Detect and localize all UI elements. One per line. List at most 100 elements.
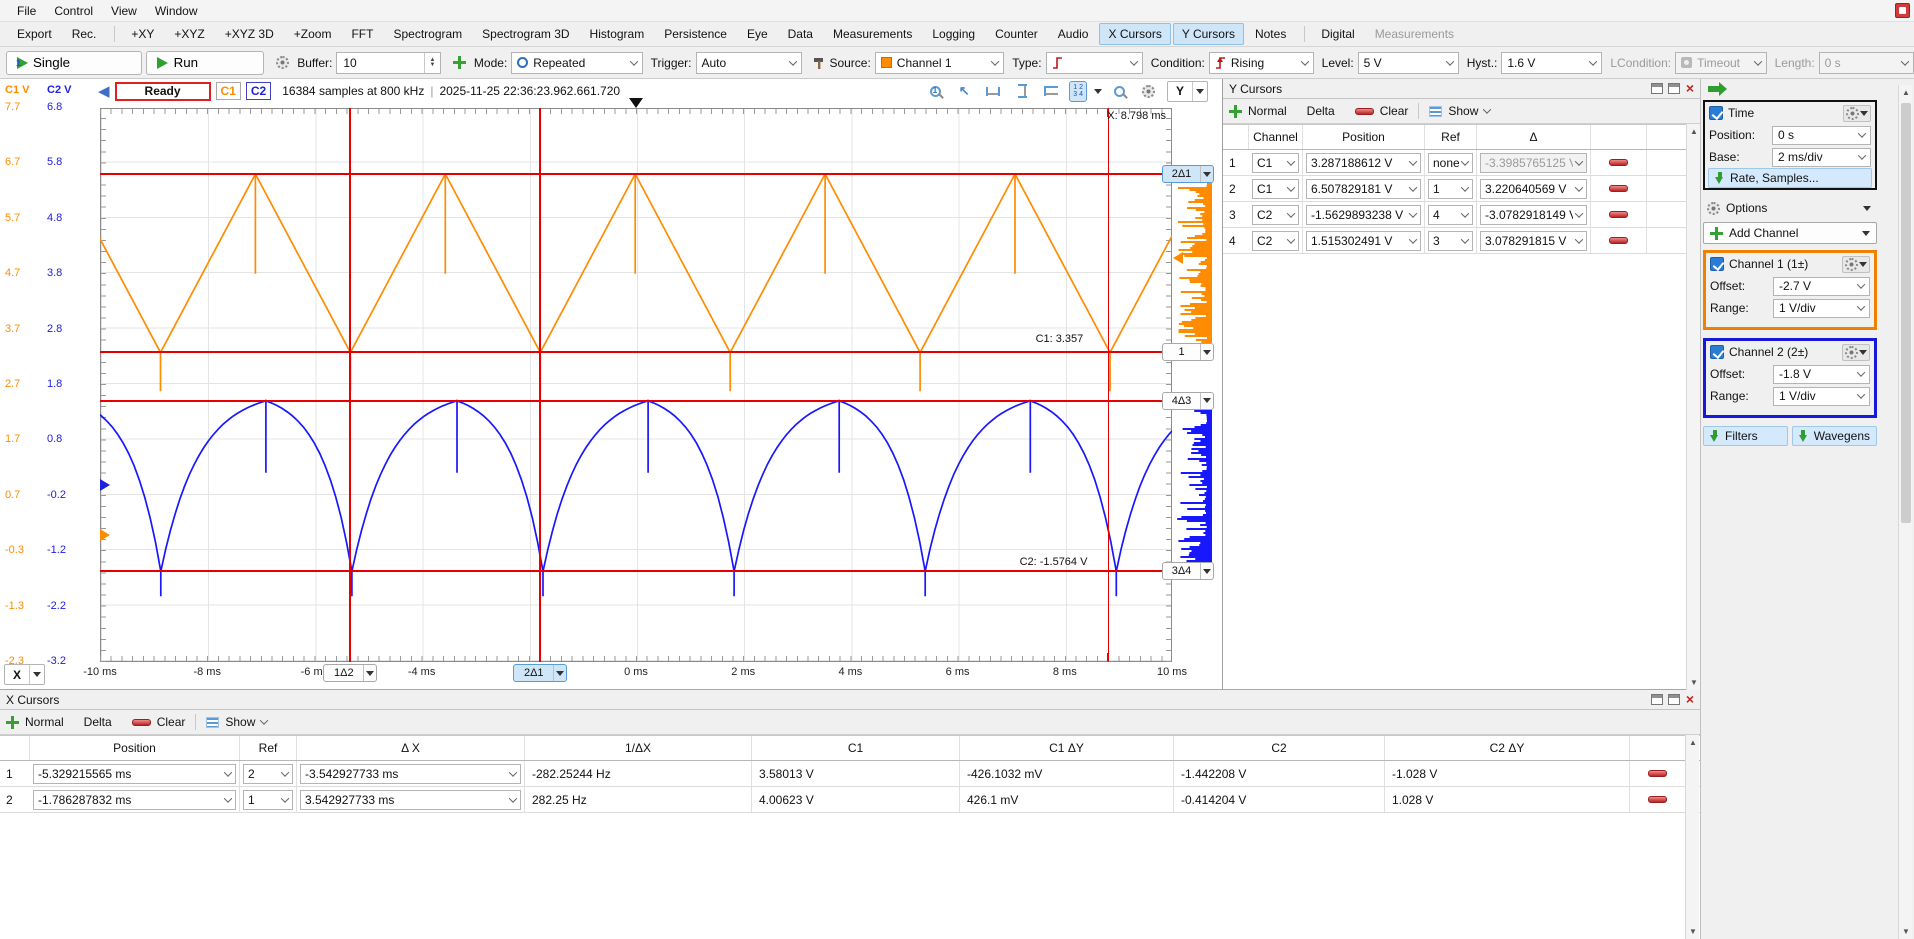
time-base-select[interactable]: 2 ms/div — [1772, 148, 1871, 167]
view-tab-counter[interactable]: Counter — [986, 23, 1047, 45]
c2-zero-marker[interactable] — [100, 479, 110, 491]
y-cursor-delta-select[interactable]: -3.0782918149 V — [1480, 205, 1587, 225]
view-tab-data[interactable]: Data — [779, 23, 822, 45]
add-cursor-icon[interactable] — [6, 716, 19, 729]
y-cursor-ref-select[interactable]: 3 — [1428, 231, 1473, 251]
time-gear-button[interactable] — [1843, 105, 1871, 122]
y-cursor-handle[interactable]: 4Δ3 — [1162, 392, 1214, 410]
y-cursors-titlebar[interactable]: Y Cursors × — [1223, 79, 1700, 99]
menu-view[interactable]: View — [102, 2, 146, 20]
y-cursor-line[interactable] — [100, 173, 1172, 175]
condition-select[interactable]: Rising — [1209, 52, 1314, 74]
wavegens-button[interactable]: Wavegens — [1792, 426, 1877, 446]
remove-cursor-button[interactable] — [1648, 796, 1667, 803]
view-tab--zoom[interactable]: +Zoom — [285, 23, 341, 45]
source-select[interactable]: Channel 1 — [875, 52, 1004, 74]
float-window-icon[interactable] — [1651, 83, 1663, 94]
channel2-range-select[interactable]: 1 V/div — [1773, 387, 1870, 406]
channel1-badge[interactable]: C1 — [216, 82, 241, 100]
clear-icon[interactable] — [132, 719, 151, 726]
x-cursor-delta-select[interactable]: 3.542927733 ms — [300, 790, 521, 810]
view-tab-digital[interactable]: Digital — [1312, 23, 1363, 45]
remove-cursor-button[interactable] — [1609, 211, 1628, 218]
y-cursor-handle[interactable]: 1 — [1162, 343, 1214, 361]
config-scrollbar[interactable]: ▲ ▼ — [1898, 85, 1912, 939]
spinner-arrows-icon[interactable]: ▲▼ — [424, 53, 440, 73]
view-tab-persistence[interactable]: Persistence — [655, 23, 736, 45]
clear-button[interactable]: Clear — [157, 715, 186, 729]
view-tab-rec-[interactable]: Rec. — [63, 23, 106, 45]
channel1-range-select[interactable]: 1 V/div — [1773, 299, 1870, 318]
rate-samples-button[interactable]: Rate, Samples... — [1708, 168, 1872, 188]
view-tab--xy[interactable]: +XY — [122, 23, 163, 45]
trigger-position-marker[interactable] — [629, 98, 643, 108]
scroll-up-icon[interactable]: ▲ — [1688, 127, 1700, 136]
buffer-input[interactable]: 10 ▲▼ — [336, 52, 441, 74]
add-cursor-icon[interactable] — [1229, 105, 1242, 118]
time-checkbox[interactable] — [1709, 106, 1723, 120]
channel2-offset-select[interactable]: -1.8 V — [1773, 365, 1870, 384]
float-window-icon[interactable] — [1651, 694, 1663, 705]
channel1-gear-button[interactable] — [1842, 256, 1870, 273]
y-cursor-channel-select[interactable]: C2 — [1252, 231, 1299, 251]
show-columns-icon[interactable] — [1429, 106, 1442, 117]
menu-control[interactable]: Control — [45, 2, 102, 20]
add-delta-button[interactable]: Delta — [1307, 104, 1335, 118]
add-delta-button[interactable]: Delta — [84, 715, 112, 729]
x-cursor-handle[interactable]: 2Δ1 — [513, 664, 567, 682]
y-cursor-delta-select[interactable]: 3.078291815 V — [1480, 231, 1587, 251]
y-cursor-line[interactable] — [100, 351, 1172, 353]
view-tab-fft[interactable]: FFT — [342, 23, 382, 45]
vertical-ruler-icon[interactable] — [1011, 81, 1033, 101]
scroll-up-icon[interactable]: ▲ — [1687, 738, 1699, 747]
x-cursors-titlebar[interactable]: X Cursors × — [0, 690, 1700, 710]
y-cursor-channel-select[interactable]: C1 — [1252, 179, 1299, 199]
scroll-down-icon[interactable]: ▼ — [1687, 927, 1699, 936]
add-normal-button[interactable]: Normal — [25, 715, 64, 729]
menu-file[interactable]: File — [8, 2, 45, 20]
y-cursor-channel-select[interactable]: C2 — [1252, 205, 1299, 225]
trigger-select[interactable]: Auto — [696, 52, 803, 74]
x-cursor-position-select[interactable]: -1.786287832 ms — [33, 790, 236, 810]
x-cursor-ref-select[interactable]: 1 — [243, 790, 293, 810]
y-cursor-ref-select[interactable]: 4 — [1428, 205, 1473, 225]
view-tab--xyz-3d[interactable]: +XYZ 3D — [216, 23, 283, 45]
channel1-checkbox[interactable] — [1710, 257, 1724, 271]
view-tab-y-cursors[interactable]: Y Cursors — [1173, 23, 1244, 45]
base-ruler-icon[interactable] — [1040, 81, 1062, 101]
view-tab-export[interactable]: Export — [8, 23, 61, 45]
horizontal-ruler-icon[interactable] — [982, 81, 1004, 101]
filters-button[interactable]: Filters — [1703, 426, 1788, 446]
y-cursor-delta-select[interactable]: 3.220640569 V — [1480, 179, 1587, 199]
y-cursor-ref-select[interactable]: none — [1428, 153, 1473, 173]
plot-gear-icon[interactable] — [1138, 81, 1160, 101]
c1-zero-marker[interactable] — [100, 529, 110, 541]
close-icon[interactable]: × — [1686, 83, 1694, 94]
remove-cursor-button[interactable] — [1609, 237, 1628, 244]
view-tab-spectrogram-3d[interactable]: Spectrogram 3D — [473, 23, 578, 45]
clear-button[interactable]: Clear — [1380, 104, 1409, 118]
single-button[interactable]: 1 Single — [6, 51, 142, 75]
x-cursor-position-select[interactable]: -5.329215565 ms — [33, 764, 236, 784]
hysteresis-select[interactable]: 1.6 V — [1501, 52, 1602, 74]
view-tab-measurements[interactable]: Measurements — [824, 23, 921, 45]
add-mode-icon[interactable] — [453, 56, 466, 69]
y-cursor-ref-select[interactable]: 1 — [1428, 179, 1473, 199]
y-cursor-position-select[interactable]: 6.507829181 V — [1306, 179, 1421, 199]
scroll-down-icon[interactable]: ▼ — [1688, 678, 1700, 687]
x-cursor-handle[interactable]: 1Δ2 — [323, 664, 377, 682]
layout-grid-button[interactable]: 1 23 4 — [1069, 81, 1087, 102]
x-axis-mode-select[interactable]: X — [4, 664, 45, 685]
view-tab-eye[interactable]: Eye — [738, 23, 777, 45]
y-cursor-channel-select[interactable]: C1 — [1252, 153, 1299, 173]
layout-dropdown-icon[interactable] — [1094, 89, 1102, 94]
scroll-up-icon[interactable]: ▲ — [1900, 88, 1912, 97]
y-cursor-line[interactable] — [100, 570, 1172, 572]
remove-cursor-button[interactable] — [1609, 185, 1628, 192]
clear-icon[interactable] — [1355, 108, 1374, 115]
x-cursors-scrollbar[interactable]: ▲ ▼ — [1685, 735, 1699, 939]
channel2-checkbox[interactable] — [1710, 345, 1724, 359]
scroll-down-icon[interactable]: ▼ — [1900, 927, 1912, 936]
view-tab-audio[interactable]: Audio — [1049, 23, 1098, 45]
buffer-gear-icon[interactable] — [276, 56, 289, 69]
